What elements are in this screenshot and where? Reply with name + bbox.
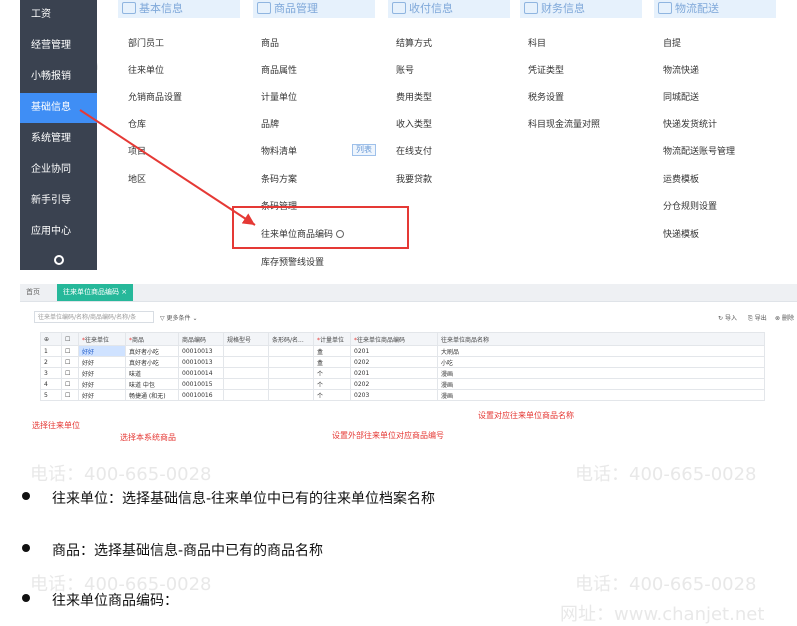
table-row[interactable]: 4 ☐ 好好 味道 中包 00010015 个 0202 漫画 [40,378,765,390]
table-row[interactable]: 1 ☐ 好好 真好者小吃 00010013 盒 0201 大刷品 [40,345,765,357]
cell-partner-code[interactable]: 0203 [350,389,438,401]
header-partner-name: 往来单位商品名称 [437,332,765,346]
cell-barcode [268,378,314,390]
annotation-set-code: 设置外部往来单位对应商品编号 [332,431,444,440]
cell-unit: 盒 [313,345,351,357]
bullet-text: 商品：选择基础信息-商品中已有的商品名称 [52,543,324,559]
cell-partner-code[interactable]: 0201 [350,345,438,357]
cell-goods-code: 00010014 [178,367,224,379]
row-checkbox[interactable]: ☐ [61,356,79,368]
data-table: ⊕ ☐ *往来单位 *商品 商品编码 规格型号 条形码/名... *计量单位 *… [40,332,765,401]
cell-partner-name[interactable]: 漫画 [437,389,765,401]
cell-goods[interactable]: 畅捷通 (和无) [125,389,179,401]
delete-button[interactable]: ⊗ 删除 [775,313,794,322]
bullet-text: 往来单位商品编码： [52,593,178,609]
cell-partner-name[interactable]: 漫画 [437,378,765,390]
table-row[interactable]: 3 ☐ 好好 味道 00010014 个 0201 漫画 [40,367,765,379]
cell-unit: 盒 [313,356,351,368]
cell-partner[interactable]: 好好 [78,345,126,357]
annotation-set-name: 设置对应往来单位商品名称 [478,411,574,420]
header-checkbox[interactable]: ☐ [61,332,79,346]
cell-partner-code[interactable]: 0202 [350,378,438,390]
table-row[interactable]: 2 ☐ 好好 真好者小吃 00010013 盒 0202 小吃 [40,356,765,368]
export-button[interactable]: ⎘ 导出 [748,313,767,323]
cell-barcode [268,367,314,379]
cell-index: 5 [40,389,62,401]
cell-unit: 个 [313,367,351,379]
cell-barcode [268,389,314,401]
header-partner: *往来单位 [78,332,126,346]
cell-goods-code: 00010015 [178,378,224,390]
cell-partner[interactable]: 好好 [78,367,126,379]
import-button[interactable]: ↻ 导入 [718,313,737,322]
row-checkbox[interactable]: ☐ [61,389,79,401]
row-checkbox[interactable]: ☐ [61,345,79,357]
cell-barcode [268,356,314,368]
table-header: ⊕ ☐ *往来单位 *商品 商品编码 规格型号 条形码/名... *计量单位 *… [40,332,765,346]
cell-goods-code: 00010013 [178,356,224,368]
tab-home[interactable]: 首页 [26,287,40,297]
cell-partner-code[interactable]: 0201 [350,367,438,379]
cell-goods-code: 00010016 [178,389,224,401]
cell-index: 1 [40,345,62,357]
cell-spec [223,345,269,357]
arrow-to-menu-item [79,109,256,226]
tool-label: 导出 [754,315,767,322]
cell-goods[interactable]: 真好者小吃 [125,345,179,357]
cell-index: 4 [40,378,62,390]
bullet-dot [22,594,30,602]
cell-partner[interactable]: 好好 [78,378,126,390]
annotation-select-partner: 选择往来单位 [32,421,80,430]
cell-goods[interactable]: 味道 [125,367,179,379]
cell-index: 3 [40,367,62,379]
cell-goods-code: 00010013 [178,345,224,357]
cell-spec [223,367,269,379]
annotation-select-goods: 选择本系统商品 [120,433,176,442]
bullet-partner: 往来单位：选择基础信息-往来单位中已有的往来单位档案名称 [22,488,435,508]
cell-partner[interactable]: 好好 [78,389,126,401]
header-partner-code: *往来单位商品编码 [350,332,438,346]
filter-label: 更多条件 [166,315,191,322]
cell-partner-code[interactable]: 0202 [350,356,438,368]
cell-partner-name[interactable]: 小吃 [437,356,765,368]
header-goods: *商品 [125,332,179,346]
row-checkbox[interactable]: ☐ [61,367,79,379]
header-unit: *计量单位 [313,332,351,346]
search-input[interactable]: 往来单位编码/名称/商品编码/名称/条 [34,311,154,323]
tab-label: 往来单位商品编码 [63,288,119,296]
cell-barcode [268,345,314,357]
cell-goods[interactable]: 味道 中包 [125,378,179,390]
table-row[interactable]: 5 ☐ 好好 畅捷通 (和无) 00010016 个 0203 漫画 [40,389,765,401]
bullet-dot [22,544,30,552]
header-spec: 规格型号 [223,332,269,346]
bullet-goods: 商品：选择基础信息-商品中已有的商品名称 [22,540,323,560]
cell-unit: 个 [313,378,351,390]
tool-label: 导入 [724,315,737,322]
bullet-dot [22,492,30,500]
bullet-partner-code: 往来单位商品编码： [22,590,178,610]
cell-index: 2 [40,356,62,368]
cell-spec [223,378,269,390]
cell-spec [223,356,269,368]
header-goods-code: 商品编码 [178,332,224,346]
more-filter-button[interactable]: ▽ 更多条件 ⌄ [160,313,197,322]
row-checkbox[interactable]: ☐ [61,378,79,390]
header-barcode: 条形码/名... [268,332,314,346]
tab-bar: 首页 往来单位商品编码 × [20,284,797,302]
partner-goods-code-page: 首页 往来单位商品编码 × 往来单位编码/名称/商品编码/名称/条 ▽ 更多条件… [20,284,797,464]
header-settings[interactable]: ⊕ [40,332,62,346]
bullet-text: 往来单位：选择基础信息-往来单位中已有的往来单位档案名称 [52,491,436,507]
tool-label: 删除 [781,315,794,322]
cell-partner-name[interactable]: 大刷品 [437,345,765,357]
cell-spec [223,389,269,401]
cell-partner[interactable]: 好好 [78,356,126,368]
cell-unit: 个 [313,389,351,401]
cell-partner-name[interactable]: 漫画 [437,367,765,379]
cell-goods[interactable]: 真好者小吃 [125,356,179,368]
tab-partner-goods-code[interactable]: 往来单位商品编码 × [57,284,134,301]
